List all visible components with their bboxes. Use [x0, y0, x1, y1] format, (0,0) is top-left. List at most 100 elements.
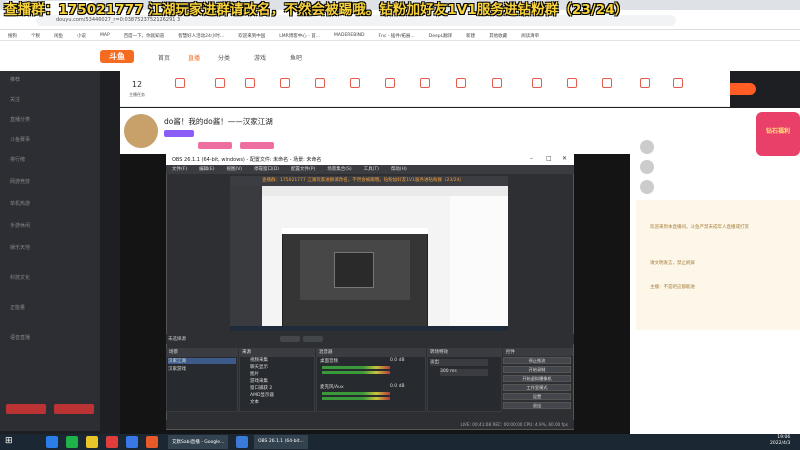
virtual-camera-button[interactable]: 开始虚拟摄像机 — [503, 375, 571, 382]
welfare-icon[interactable] — [602, 78, 612, 88]
bookmark[interactable]: DeepL翻译 — [429, 33, 452, 39]
rank-icon[interactable] — [280, 78, 290, 88]
avatar[interactable] — [640, 140, 654, 154]
fanclub-icon[interactable] — [456, 78, 466, 88]
menu-scene-collection[interactable]: 场景集合(S) — [327, 166, 351, 173]
filters-button[interactable] — [303, 336, 323, 342]
menu-view[interactable]: 视图(V) — [226, 166, 242, 173]
bookmark[interactable]: 个税 — [31, 33, 40, 39]
app-icon[interactable] — [236, 436, 248, 448]
duration-input[interactable]: 300 ms — [440, 369, 488, 376]
menu-edit[interactable]: 编辑(E) — [199, 166, 214, 173]
sidebar-item[interactable]: 网游竞技 — [10, 178, 30, 185]
menu-help[interactable]: 帮助(H) — [391, 166, 407, 173]
gift-promo[interactable]: 钻石福利 — [756, 112, 800, 156]
sidebar-item[interactable]: 语音直播 — [10, 334, 30, 341]
windows-start-icon[interactable]: ⊞ — [5, 436, 13, 446]
nav-live[interactable]: 直播 — [188, 53, 200, 62]
sidebar-item[interactable]: 排行榜 — [10, 156, 25, 163]
sidebar-item[interactable]: 正能量 — [10, 304, 25, 311]
app-icon[interactable] — [106, 436, 118, 448]
sidebar-item[interactable]: 推荐 — [10, 76, 20, 83]
bookmark[interactable]: MADEREBIND — [334, 33, 365, 38]
bookmark[interactable]: LMR博客中心 - 首... — [279, 33, 320, 39]
source-item[interactable]: 文本 — [250, 399, 259, 405]
sidebar-button[interactable] — [6, 404, 46, 414]
audio-meter — [322, 371, 390, 374]
diamond-icon[interactable] — [315, 78, 325, 88]
app-icon[interactable] — [86, 436, 98, 448]
vip-icon[interactable] — [420, 78, 430, 88]
properties-button[interactable] — [280, 336, 300, 342]
app-icon[interactable] — [126, 436, 138, 448]
sidebar-item[interactable]: 手游休闲 — [10, 222, 30, 229]
share-icon[interactable] — [215, 78, 225, 88]
avatar[interactable] — [640, 160, 654, 174]
gift-icon[interactable] — [567, 78, 577, 88]
minimize-icon[interactable]: – — [530, 155, 533, 162]
maximize-icon[interactable]: □ — [546, 155, 552, 162]
system-clock[interactable]: 19:06 2022/4/3 — [770, 435, 790, 447]
source-item[interactable]: 游戏采集 — [250, 378, 268, 384]
start-recording-button[interactable]: 开始录制 — [503, 366, 571, 373]
bookmark[interactable]: MAP — [100, 33, 110, 38]
bookmark[interactable]: Fnc - 插件/拓展... — [379, 33, 415, 39]
sidebar-item[interactable]: 娱乐天地 — [10, 244, 30, 251]
bookmark[interactable]: 闲鱼 — [54, 33, 63, 39]
bookmark[interactable]: 智慧好人活动24小时... — [178, 33, 224, 39]
avatar[interactable] — [640, 180, 654, 194]
sidebar-item[interactable]: 科技文化 — [10, 274, 30, 281]
bookmark[interactable]: 欢迎来到中国 — [238, 33, 265, 39]
menu-tools[interactable]: 工具(T) — [364, 166, 379, 173]
more-icon[interactable] — [673, 78, 683, 88]
close-icon[interactable]: ✕ — [562, 155, 567, 162]
sidebar-item[interactable]: 直播分类 — [10, 116, 30, 123]
site-logo[interactable]: 斗鱼 — [100, 50, 134, 63]
menu-file[interactable]: 文件(F) — [172, 166, 187, 173]
bookmark[interactable]: 阅读清单 — [521, 33, 539, 39]
sidebar-item[interactable]: 关注 — [10, 96, 20, 103]
bookmark[interactable]: 百度一下，你就知道 — [124, 33, 165, 39]
taskbar-chrome[interactable]: 艾默Sabi直播 - Google... — [168, 435, 229, 449]
nav-category[interactable]: 分类 — [218, 53, 230, 62]
team-icon[interactable] — [350, 78, 360, 88]
settings-button[interactable]: 设置 — [503, 393, 571, 400]
tag-badge[interactable] — [240, 142, 274, 149]
guess-icon[interactable] — [492, 78, 502, 88]
scene-item[interactable]: 汉家江湖 — [168, 358, 236, 364]
bookmark[interactable]: 搜狗 — [8, 33, 17, 39]
fans-icon[interactable] — [175, 78, 185, 88]
source-item[interactable]: AMD显示器 — [250, 392, 274, 398]
scene-item[interactable]: 汉家游戏 — [168, 366, 236, 372]
nav-home[interactable]: 首页 — [158, 53, 170, 62]
task-icon[interactable] — [640, 78, 650, 88]
taskbar-obs[interactable]: OBS 26.1.1 (64-bit... — [254, 435, 308, 449]
follow-icon[interactable] — [385, 78, 395, 88]
app-icon[interactable] — [46, 436, 58, 448]
exit-button[interactable]: 退出 — [503, 402, 571, 409]
menu-docks[interactable]: 停靠窗口(D) — [254, 166, 279, 173]
nav-yuba[interactable]: 鱼吧 — [290, 53, 302, 62]
chest-icon[interactable] — [532, 78, 542, 88]
wechat-icon[interactable] — [66, 436, 78, 448]
transition-select[interactable]: 淡出 — [430, 359, 488, 366]
sidebar-button[interactable] — [54, 404, 94, 414]
popularity-icon[interactable] — [245, 78, 255, 88]
bookmark[interactable]: 小说 — [77, 33, 86, 39]
nav-games[interactable]: 游戏 — [254, 53, 266, 62]
source-item[interactable]: 视频采集 — [250, 357, 268, 363]
bookmark[interactable]: 新建 — [466, 33, 475, 39]
studio-mode-button[interactable]: 工作室模式 — [503, 384, 571, 391]
sidebar-item[interactable]: 斗鱼赛事 — [10, 136, 30, 143]
menu-profile[interactable]: 配置文件(P) — [291, 166, 315, 173]
bookmark[interactable]: 其他收藏 — [489, 33, 507, 39]
tag-badge[interactable] — [198, 142, 232, 149]
source-item[interactable]: 窗口捕获 2 — [250, 385, 272, 391]
stop-stream-button[interactable]: 停止推流 — [503, 357, 571, 364]
source-item[interactable]: 聊天显示 — [250, 364, 268, 370]
app-icon[interactable] — [146, 436, 158, 448]
streamer-avatar[interactable] — [124, 114, 158, 148]
sidebar-item[interactable]: 单机热游 — [10, 200, 30, 207]
source-item[interactable]: 图片 — [250, 371, 259, 377]
tag-badge[interactable] — [164, 130, 194, 137]
